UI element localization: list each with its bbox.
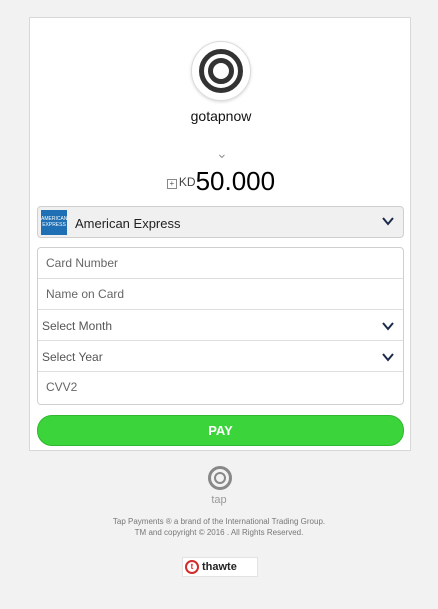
- card-type-label: American Express: [75, 216, 181, 231]
- amount-display: + KD50.000: [30, 166, 412, 197]
- chevron-down-icon[interactable]: [381, 214, 395, 228]
- currency-label: KD: [178, 175, 196, 189]
- cvv-input[interactable]: [46, 380, 346, 394]
- month-select-label: Select Month: [42, 319, 113, 333]
- amex-card-icon: AMERICAN EXPRESS: [41, 210, 67, 235]
- header-divider: [70, 132, 370, 144]
- cvv-row: [38, 372, 403, 403]
- thawte-logo-icon: t: [185, 560, 199, 574]
- merchant-name: gotapnow: [190, 108, 252, 124]
- payment-card: gotapnow ⌄ + KD50.000 AMERICAN EXPRESS Ame…: [29, 17, 411, 451]
- chevron-down-icon[interactable]: [381, 350, 395, 364]
- merchant-logo: [191, 41, 251, 101]
- thawte-badge[interactable]: t thawte: [182, 557, 258, 577]
- card-number-row: [38, 248, 403, 279]
- thawte-label: thawte: [202, 561, 237, 573]
- footer-line2: TM and copyright © 2016 . All Rights Res…: [134, 528, 304, 537]
- plus-icon[interactable]: +: [166, 179, 177, 189]
- year-select-label: Select Year: [42, 350, 103, 364]
- pay-button[interactable]: PAY: [37, 415, 404, 446]
- footer-brand: tap: [211, 494, 227, 506]
- name-on-card-input[interactable]: [46, 287, 346, 301]
- expand-chevron-icon[interactable]: ⌄: [216, 145, 228, 162]
- month-select[interactable]: Select Month: [38, 310, 403, 341]
- tap-logo-icon: [208, 466, 232, 490]
- year-select[interactable]: Select Year: [38, 341, 403, 372]
- footer-copyright: Tap Payments ® a brand of the Internatio…: [0, 516, 438, 538]
- logo-ring-inner: [208, 58, 234, 84]
- card-number-input[interactable]: [46, 256, 346, 270]
- chevron-down-icon[interactable]: [381, 319, 395, 333]
- card-form: Select Month Select Year: [37, 247, 404, 405]
- amount-value: 50.000: [195, 166, 276, 196]
- footer-line1: Tap Payments ® a brand of the Internatio…: [112, 517, 326, 526]
- name-row: [38, 279, 403, 310]
- card-type-select[interactable]: AMERICAN EXPRESS American Express: [37, 206, 404, 238]
